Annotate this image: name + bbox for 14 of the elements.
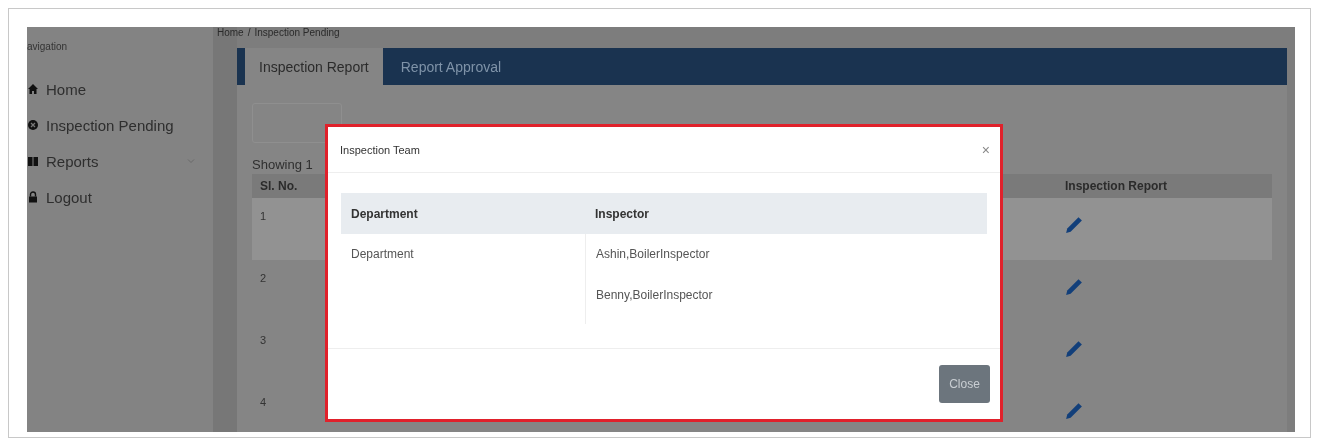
table-cell: 4 bbox=[260, 396, 267, 408]
table-cell-text: Ashin,BoilerInspector bbox=[596, 247, 711, 261]
breadcrumb-item: Inspection Pending bbox=[254, 27, 340, 38]
table-cell: 2 bbox=[260, 272, 267, 284]
table-cell: 1 bbox=[260, 210, 267, 222]
breadcrumb-item: / bbox=[247, 27, 251, 38]
entries-info: Showing 1 bbox=[252, 157, 314, 174]
column-header: Inspector bbox=[594, 206, 650, 221]
table-cell-text: Benny,BoilerInspector bbox=[596, 288, 714, 302]
table-cell: Department bbox=[351, 247, 414, 261]
column-header: Department bbox=[350, 206, 419, 221]
modal-title: Inspection Team bbox=[340, 143, 420, 156]
sidebar-heading: avigation bbox=[27, 41, 69, 54]
table-cell: 3 bbox=[260, 334, 267, 346]
